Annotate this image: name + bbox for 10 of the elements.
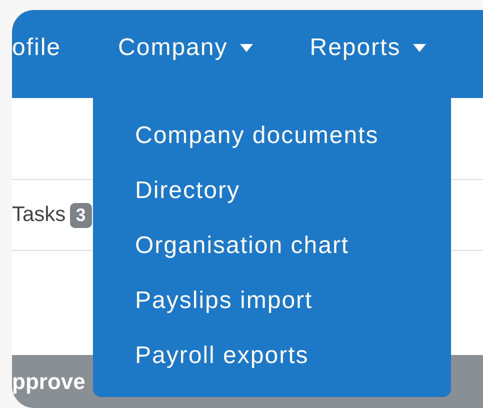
menu-item[interactable]: Payroll exports — [93, 328, 451, 383]
menu-item[interactable]: Payslips import — [93, 273, 451, 328]
count-badge: 3 — [70, 202, 92, 228]
tab-label[interactable]: Tasks — [12, 203, 66, 227]
nav-link[interactable]: Reports — [310, 34, 426, 62]
menu-item[interactable]: Organisation chart — [93, 218, 451, 273]
footer-label: pprove — [12, 368, 86, 394]
menu-item[interactable]: Directory — [93, 163, 451, 218]
nav-link[interactable]: ofile — [12, 34, 62, 62]
menu-item[interactable]: Company documents — [93, 108, 451, 163]
